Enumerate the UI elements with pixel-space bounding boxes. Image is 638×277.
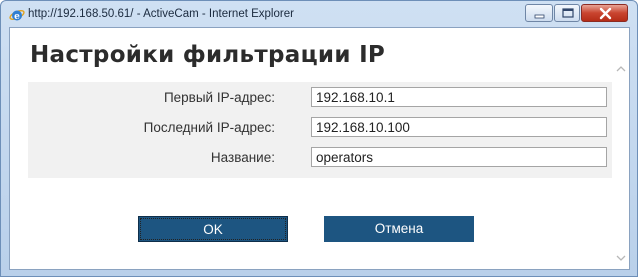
scroll-down-icon[interactable]	[616, 247, 626, 266]
dialog-content: Настройки фильтрации IP Первый IP-адрес:…	[9, 27, 630, 270]
cancel-button[interactable]: Отмена	[324, 216, 474, 242]
window-title: http://192.168.50.61/ - ActiveCam - Inte…	[28, 8, 294, 20]
name-label: Название:	[210, 150, 275, 165]
scroll-up-icon[interactable]	[616, 58, 626, 77]
title-bar[interactable]: e http://192.168.50.61/ - ActiveCam - In…	[1, 1, 637, 27]
close-button[interactable]	[581, 4, 628, 22]
close-icon	[599, 7, 612, 20]
maximize-icon	[562, 8, 574, 18]
first-ip-label: Первый IP-адрес:	[163, 90, 275, 105]
minimize-icon	[534, 14, 545, 19]
page-title: Настройки фильтрации IP	[30, 42, 386, 68]
minimize-button[interactable]	[525, 4, 553, 22]
ok-button[interactable]: OK	[138, 216, 288, 242]
last-ip-label: Последний IP-адрес:	[143, 120, 275, 135]
ip-filter-form: Первый IP-адрес: 192.168.10.1 Последний …	[28, 82, 612, 178]
svg-text:e: e	[14, 12, 20, 22]
internet-explorer-icon: e	[9, 7, 25, 23]
maximize-button[interactable]	[554, 4, 580, 22]
first-ip-input[interactable]: 192.168.10.1	[311, 87, 607, 107]
browser-popup-window: e http://192.168.50.61/ - ActiveCam - In…	[0, 0, 638, 277]
last-ip-input[interactable]: 192.168.10.100	[311, 117, 607, 137]
name-input[interactable]: operators	[311, 147, 607, 167]
